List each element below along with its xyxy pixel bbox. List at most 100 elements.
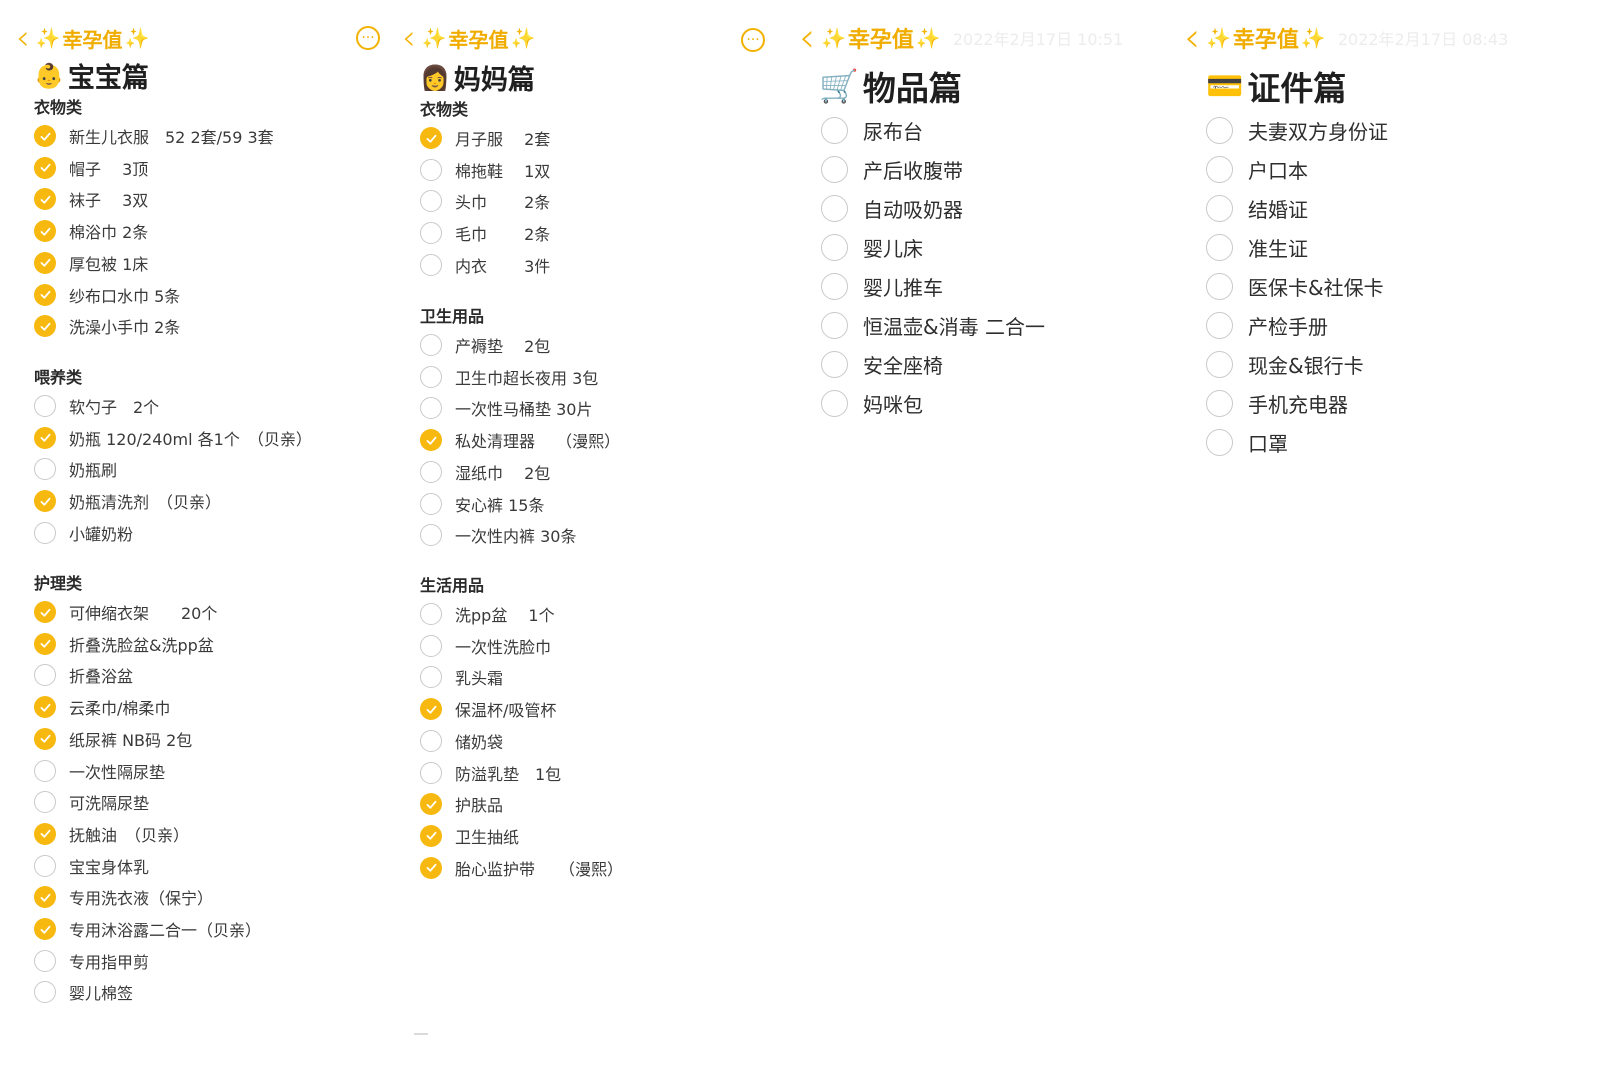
checklist-item[interactable]: 专用指甲剪 xyxy=(34,949,149,973)
checklist-item[interactable]: 折叠浴盆 xyxy=(34,663,133,687)
checkbox-checked[interactable] xyxy=(34,156,56,179)
checklist-item[interactable]: 一次性马桶垫 30片 xyxy=(420,396,592,420)
checkbox-unchecked[interactable] xyxy=(420,603,442,625)
checkbox-checked[interactable] xyxy=(34,220,56,243)
chevron-left-icon[interactable]: ‹ xyxy=(16,21,30,55)
checklist-item[interactable]: 小罐奶粉 xyxy=(34,521,133,545)
checkbox-unchecked[interactable] xyxy=(1206,156,1233,183)
checklist-item[interactable]: 棉浴巾 2条 xyxy=(34,219,148,243)
checkbox-unchecked[interactable] xyxy=(821,273,848,300)
checklist-item[interactable]: 安全座椅 xyxy=(821,350,943,379)
checklist-item[interactable]: 内衣 3件 xyxy=(420,253,550,277)
checklist-item[interactable]: 宝宝身体乳 xyxy=(34,854,149,878)
chevron-left-icon[interactable]: ‹ xyxy=(1184,18,1200,58)
checkbox-unchecked[interactable] xyxy=(34,949,56,972)
checkbox-checked[interactable] xyxy=(34,490,56,513)
checklist-item[interactable]: 婴儿床 xyxy=(821,233,923,262)
checklist-item[interactable]: 湿纸巾 2包 xyxy=(420,460,550,484)
checklist-item[interactable]: 安心裤 15条 xyxy=(420,492,544,516)
checklist-item[interactable]: 婴儿棉签 xyxy=(34,980,133,1004)
checkbox-unchecked[interactable] xyxy=(420,397,442,420)
checkbox-checked[interactable] xyxy=(420,127,442,149)
checklist-item[interactable]: 保温杯/吸管杯 xyxy=(420,697,556,721)
checkbox-unchecked[interactable] xyxy=(420,492,442,515)
checkbox-checked[interactable] xyxy=(34,283,56,306)
checkbox-unchecked[interactable] xyxy=(821,351,848,378)
checkbox-unchecked[interactable] xyxy=(34,521,56,544)
checklist-item[interactable]: 护肤品 xyxy=(420,792,503,816)
checklist-item[interactable]: 恒温壶&消毒 二合一 xyxy=(821,311,1045,340)
checkbox-checked[interactable] xyxy=(34,822,56,845)
checkbox-unchecked[interactable] xyxy=(34,759,56,782)
checklist-item[interactable]: 折叠洗脸盆&洗pp盆 xyxy=(34,632,214,656)
checkbox-unchecked[interactable] xyxy=(420,334,442,356)
checklist-item[interactable]: 奶瓶刷 xyxy=(34,457,117,481)
checklist-item[interactable]: 头巾 2条 xyxy=(420,189,550,213)
checkbox-checked[interactable] xyxy=(420,698,442,721)
checkbox-checked[interactable] xyxy=(34,188,56,211)
checklist-item[interactable]: 奶瓶清洗剂 （贝亲） xyxy=(34,489,221,513)
checklist-item[interactable]: 软勺子 2个 xyxy=(34,394,159,418)
checklist-item[interactable]: 产检手册 xyxy=(1206,311,1328,340)
checkbox-unchecked[interactable] xyxy=(821,390,848,417)
checkbox-checked[interactable] xyxy=(420,824,442,847)
checklist-item[interactable]: 洗pp盆 1个 xyxy=(420,602,555,626)
checklist-item[interactable]: 口罩 xyxy=(1206,428,1288,457)
more-circle-icon[interactable]: ··· xyxy=(741,28,765,52)
checkbox-checked[interactable] xyxy=(34,426,56,449)
checkbox-unchecked[interactable] xyxy=(1206,234,1233,261)
checklist-item[interactable]: 纸尿裤 NB码 2包 xyxy=(34,727,192,751)
checkbox-unchecked[interactable] xyxy=(1206,195,1233,222)
checklist-item[interactable]: 胎心监护带 （漫熙） xyxy=(420,856,623,880)
checkbox-unchecked[interactable] xyxy=(420,190,442,213)
checklist-item[interactable]: 棉拖鞋 1双 xyxy=(420,158,550,182)
checkbox-unchecked[interactable] xyxy=(420,365,442,388)
chevron-left-icon[interactable]: ‹ xyxy=(799,18,815,58)
checkbox-unchecked[interactable] xyxy=(1206,312,1233,339)
checkbox-unchecked[interactable] xyxy=(420,634,442,657)
checkbox-unchecked[interactable] xyxy=(420,460,442,483)
checkbox-checked[interactable] xyxy=(34,251,56,274)
checklist-item[interactable]: 结婚证 xyxy=(1206,194,1308,223)
checklist-item[interactable]: 卫生抽纸 xyxy=(420,824,519,848)
checkbox-unchecked[interactable] xyxy=(34,981,56,1004)
checklist-item[interactable]: 云柔巾/棉柔巾 xyxy=(34,695,170,719)
checkbox-unchecked[interactable] xyxy=(34,458,56,481)
checklist-item[interactable]: 准生证 xyxy=(1206,233,1308,262)
checkbox-checked[interactable] xyxy=(420,793,442,816)
checklist-item[interactable]: 洗澡小手巾 2条 xyxy=(34,314,180,338)
checkbox-unchecked[interactable] xyxy=(821,117,848,144)
chevron-left-icon[interactable]: ‹ xyxy=(402,21,416,55)
checklist-item[interactable]: 抚触油 （贝亲） xyxy=(34,822,189,846)
checklist-item[interactable]: 产后收腹带 xyxy=(821,155,963,184)
checklist-item[interactable]: 袜子 3双 xyxy=(34,187,148,211)
checkbox-unchecked[interactable] xyxy=(420,524,442,547)
checkbox-checked[interactable] xyxy=(34,727,56,750)
checkbox-checked[interactable] xyxy=(34,125,56,147)
checkbox-checked[interactable] xyxy=(34,315,56,338)
checklist-item[interactable]: 毛巾 2条 xyxy=(420,221,550,245)
checklist-item[interactable]: 私处清理器 （漫熙） xyxy=(420,428,620,452)
checkbox-unchecked[interactable] xyxy=(821,156,848,183)
checkbox-unchecked[interactable] xyxy=(420,761,442,784)
checklist-item[interactable]: 一次性内裤 30条 xyxy=(420,523,576,547)
checkbox-unchecked[interactable] xyxy=(1206,117,1233,144)
checkbox-unchecked[interactable] xyxy=(420,729,442,752)
checkbox-unchecked[interactable] xyxy=(821,195,848,222)
checkbox-checked[interactable] xyxy=(34,918,56,940)
checklist-item[interactable]: 一次性隔尿垫 xyxy=(34,759,165,783)
checkbox-unchecked[interactable] xyxy=(420,666,442,689)
checklist-item[interactable]: 新生儿衣服 52 2套/59 3套 xyxy=(34,124,274,148)
checkbox-unchecked[interactable] xyxy=(34,854,56,877)
more-circle-icon[interactable]: ··· xyxy=(356,26,380,50)
checklist-item[interactable]: 厚包被 1床 xyxy=(34,251,148,275)
checklist-item[interactable]: 卫生巾超长夜用 3包 xyxy=(420,365,598,389)
checkbox-unchecked[interactable] xyxy=(1206,390,1233,417)
checklist-item[interactable]: 产褥垫 2包 xyxy=(420,333,550,357)
checklist-item[interactable]: 可伸缩衣架 20个 xyxy=(34,600,217,624)
checklist-item[interactable]: 户口本 xyxy=(1206,155,1308,184)
checklist-item[interactable]: 帽子 3顶 xyxy=(34,156,148,180)
checklist-item[interactable]: 尿布台 xyxy=(821,116,923,145)
checklist-item[interactable]: 妈咪包 xyxy=(821,389,923,418)
checkbox-checked[interactable] xyxy=(34,886,56,909)
